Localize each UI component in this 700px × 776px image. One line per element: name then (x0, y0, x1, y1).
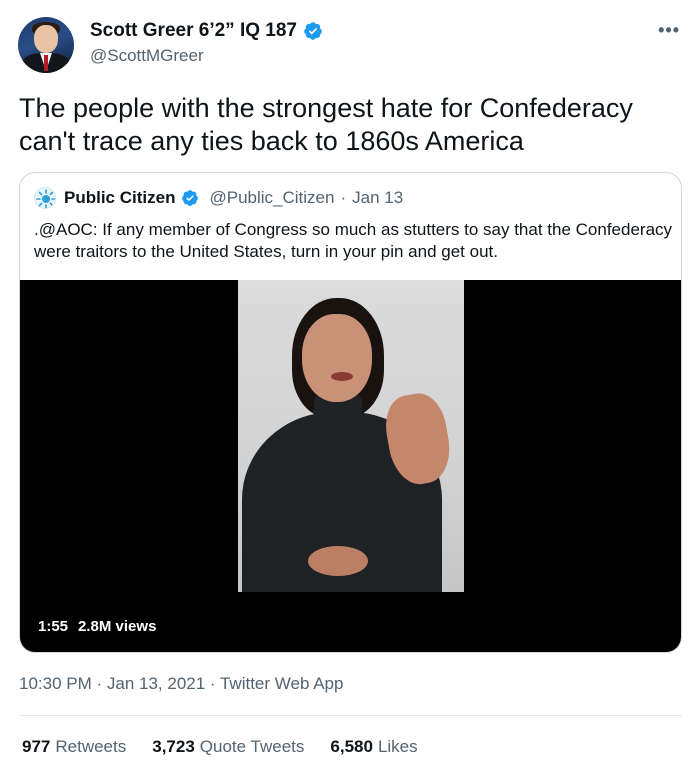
video-frame (238, 280, 464, 592)
tweet-stats: 977 Retweets 3,723 Quote Tweets 6,580 Likes (22, 737, 418, 757)
video-subject-lips (331, 372, 353, 381)
retweets-count: 977 (22, 737, 51, 756)
tweet: Scott Greer 6’2” IQ 187 @ScottMGreer •••… (0, 0, 700, 776)
public-citizen-logo-icon (36, 189, 55, 208)
video-subject-hand-lower (308, 546, 368, 576)
video-views: 2.8M views (78, 618, 157, 635)
author-name-row[interactable]: Scott Greer 6’2” IQ 187 (90, 20, 323, 42)
video-meta: 1:55 2.8M views (38, 618, 156, 635)
author-handle[interactable]: @ScottMGreer (90, 46, 204, 66)
avatar-tie (44, 55, 48, 71)
verified-badge-icon (304, 22, 322, 40)
likes-stat[interactable]: 6,580 Likes (330, 737, 417, 757)
video-duration: 1:55 (38, 618, 69, 635)
quote-tweets-stat[interactable]: 3,723 Quote Tweets (152, 737, 304, 757)
likes-count: 6,580 (330, 737, 373, 756)
divider (19, 715, 682, 716)
quoted-author-handle[interactable]: @Public_Citizen (209, 188, 334, 208)
likes-label: Likes (377, 737, 418, 756)
quoted-author-avatar[interactable] (34, 187, 56, 209)
retweets-stat[interactable]: 977 Retweets (22, 737, 126, 757)
quoted-tweet-text: .@AOC: If any member of Congress so much… (34, 220, 673, 261)
quoted-tweet[interactable]: Public Citizen @Public_Citizen · Jan 13 … (19, 172, 682, 653)
video-subject-face (302, 314, 372, 402)
tweet-timestamp[interactable]: 10:30 PM · Jan 13, 2021 · Twitter Web Ap… (19, 674, 343, 694)
author-avatar[interactable] (18, 17, 74, 73)
quote-tweets-label: Quote Tweets (199, 737, 305, 756)
avatar-face (34, 25, 58, 53)
video-player[interactable]: 1:55 2.8M views (20, 280, 681, 652)
quoted-tweet-header: Public Citizen @Public_Citizen · Jan 13 (34, 187, 403, 209)
quote-tweets-count: 3,723 (152, 737, 195, 756)
retweets-label: Retweets (55, 737, 127, 756)
author-display-name[interactable]: Scott Greer 6’2” IQ 187 (90, 20, 297, 42)
quoted-verified-badge-icon (182, 190, 199, 206)
tweet-text: The people with the strongest hate for C… (19, 93, 633, 156)
quoted-author-display-name[interactable]: Public Citizen (64, 188, 175, 208)
quoted-date[interactable]: Jan 13 (352, 188, 403, 208)
more-options-icon[interactable]: ••• (658, 20, 680, 41)
quoted-separator: · (340, 188, 347, 207)
